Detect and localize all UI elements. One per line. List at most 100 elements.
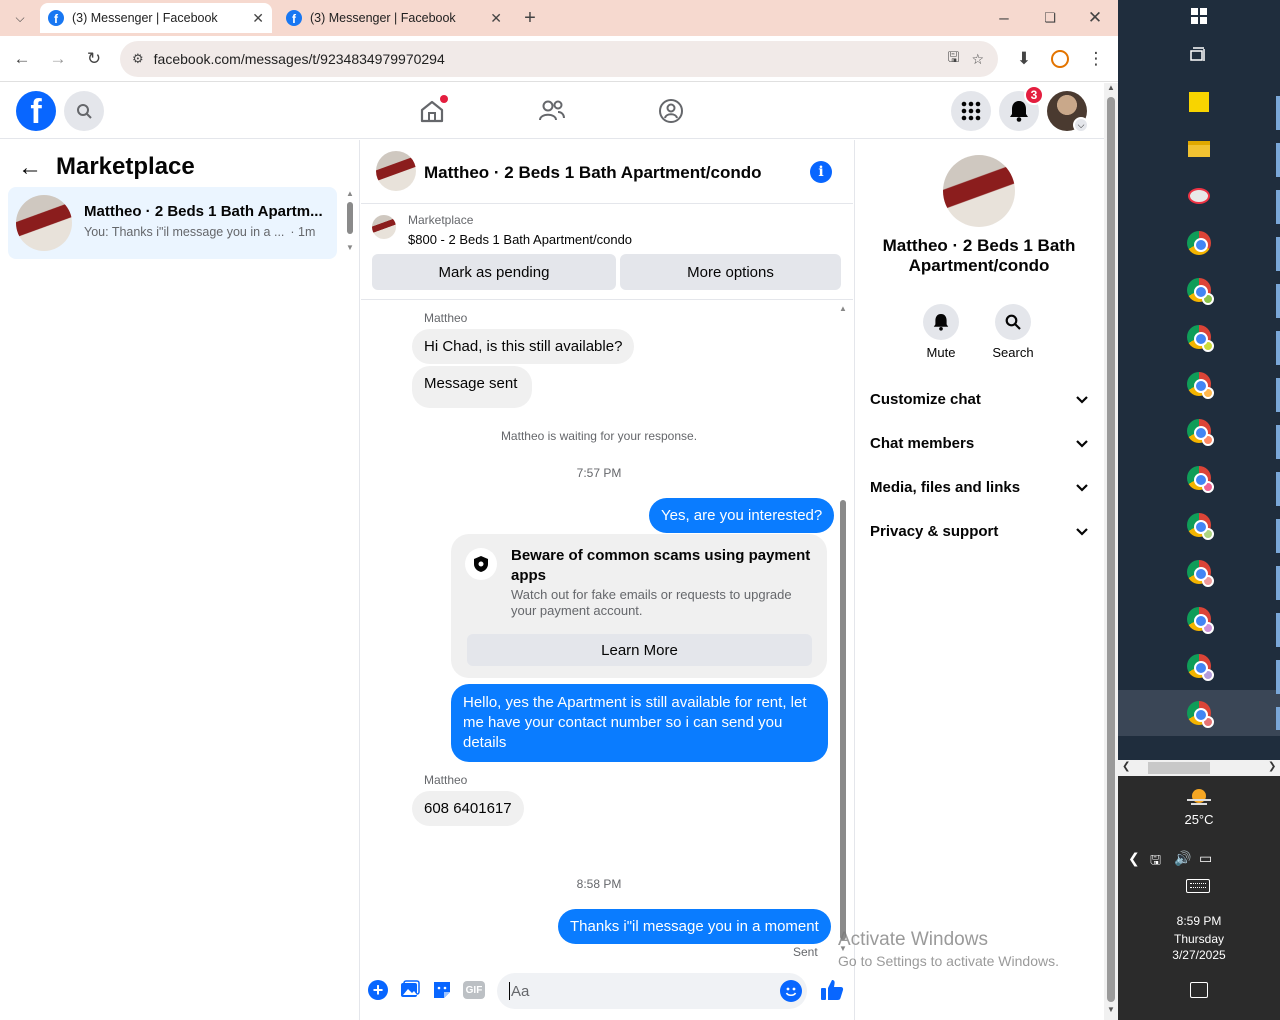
message-status: Sent (793, 945, 818, 959)
close-window-icon[interactable]: ✕ (1081, 4, 1109, 32)
more-actions-plus-icon[interactable]: + (368, 980, 388, 1000)
back-arrow-icon[interactable]: ← (18, 154, 42, 182)
timestamp: 7:57 PM (576, 466, 622, 480)
show-hidden-icons-chevron-icon[interactable]: ❮ (1128, 850, 1140, 867)
paint-icon[interactable] (1185, 182, 1213, 210)
accordion-privacy-support[interactable]: Privacy & support (870, 523, 1088, 540)
conversation-info-icon[interactable]: i (810, 161, 832, 183)
weather-temperature[interactable]: 25°C (1118, 812, 1280, 827)
battery-icon[interactable]: ▭ (1199, 850, 1212, 867)
attach-photo-icon[interactable] (400, 980, 420, 1003)
chrome-profile-icon[interactable] (1185, 558, 1214, 587)
install-app-icon[interactable]: 🖫 (948, 47, 960, 71)
chrome-profile-icon[interactable] (1185, 276, 1214, 305)
message-bubble-incoming[interactable]: Message sent (412, 366, 532, 408)
friends-icon[interactable] (536, 95, 568, 127)
message-bubble-outgoing[interactable]: Hello, yes the Apartment is still availa… (451, 684, 828, 762)
windows-start-icon[interactable] (1185, 2, 1213, 30)
chat-scrollbar[interactable]: ▲ ▼ (838, 305, 848, 955)
bookmark-star-icon[interactable]: ☆ (971, 51, 984, 68)
listing-category: Marketplace (408, 213, 474, 227)
minimize-icon[interactable]: – (990, 4, 1018, 32)
taskbar-scrollbar[interactable]: ❮ ❯ (1118, 760, 1280, 776)
listing-detail[interactable]: $800 - 2 Beds 1 Bath Apartment/condo (408, 232, 632, 247)
gif-icon[interactable]: GIF (463, 981, 485, 999)
sidebar-scrollbar[interactable]: ▲ ▼ (346, 190, 354, 256)
like-thumbs-up-icon[interactable] (820, 978, 844, 1005)
search-label[interactable]: Search (983, 345, 1043, 360)
listing-thumbnail[interactable] (372, 215, 396, 239)
clock-time[interactable]: 8:59 PM (1118, 914, 1280, 928)
downloads-icon[interactable]: ⬇ (1010, 45, 1038, 73)
more-options-button[interactable]: More options (620, 254, 841, 290)
conversation-name: Mattheo · 2 Beds 1 Bath Apartm... (84, 203, 323, 220)
chrome-profile-icon[interactable] (1185, 605, 1214, 634)
account-chevron-down-icon[interactable]: ⌵ (1073, 117, 1089, 133)
reload-icon[interactable]: ↻ (80, 45, 108, 73)
tab-messenger-active[interactable]: f (3) Messenger | Facebook ✕ (40, 3, 272, 33)
new-tab-icon[interactable]: + (516, 4, 544, 32)
facebook-logo-icon[interactable]: f (16, 91, 56, 131)
learn-more-button[interactable]: Learn More (467, 634, 812, 666)
keyboard-icon[interactable] (1186, 879, 1210, 893)
file-explorer-icon[interactable] (1185, 135, 1213, 163)
conversation-pane: Mattheo · 2 Beds 1 Bath Apartment/condo … (361, 140, 853, 1020)
sidebar-title: Marketplace (56, 153, 195, 180)
site-info-icon[interactable]: ⚙ (132, 51, 144, 67)
chrome-profile-icon[interactable] (1185, 370, 1214, 399)
home-icon[interactable] (416, 95, 448, 127)
weather-icon[interactable] (1185, 786, 1213, 808)
message-bubble-outgoing[interactable]: Yes, are you interested? (649, 498, 835, 533)
profile-icon[interactable] (1046, 45, 1074, 73)
forward-icon[interactable]: → (44, 45, 72, 73)
search-icon[interactable] (64, 91, 104, 131)
conversation-time: · 1m (290, 225, 316, 239)
mute-bell-icon[interactable] (923, 304, 959, 340)
tab-search-chevron-icon[interactable]: ⌵ (6, 4, 34, 32)
message-input[interactable]: Aa (497, 973, 807, 1009)
chrome-profile-icon[interactable] (1185, 652, 1214, 681)
chat-header-avatar[interactable] (376, 151, 416, 191)
conversation-item[interactable]: Mattheo · 2 Beds 1 Bath Apartm... You: T… (8, 187, 337, 259)
accordion-customize-chat[interactable]: Customize chat (870, 391, 1088, 408)
activate-windows-subtitle: Go to Settings to activate Windows. (838, 953, 1059, 969)
message-bubble-outgoing[interactable]: Thanks i"il message you in a moment (558, 909, 831, 944)
page-scrollbar[interactable]: ▲ ▼ (1104, 83, 1118, 1020)
groups-icon[interactable] (655, 95, 687, 127)
chrome-icon[interactable] (1185, 229, 1213, 257)
restore-icon[interactable]: ❏ (1036, 4, 1064, 32)
chrome-profile-icon[interactable] (1185, 464, 1214, 493)
sticker-icon[interactable] (432, 980, 452, 1003)
close-tab-icon[interactable]: ✕ (252, 10, 264, 27)
menu-kebab-icon[interactable]: ⋮ (1082, 45, 1110, 73)
shield-icon (465, 548, 497, 580)
chrome-profile-icon[interactable] (1185, 323, 1214, 352)
chrome-profile-icon[interactable] (1185, 511, 1214, 540)
chat-title[interactable]: Mattheo · 2 Beds 1 Bath Apartment/condo (424, 163, 762, 183)
mute-label[interactable]: Mute (911, 345, 971, 360)
task-view-icon[interactable] (1185, 41, 1213, 69)
back-icon[interactable]: ← (8, 45, 36, 73)
clock-date[interactable]: 3/27/2025 (1118, 948, 1280, 962)
chrome-profile-icon[interactable] (1185, 699, 1214, 728)
clock-day[interactable]: Thursday (1118, 932, 1280, 946)
info-avatar[interactable] (943, 155, 1015, 227)
message-bubble-incoming[interactable]: 608 6401617 (412, 791, 524, 826)
sticky-notes-icon[interactable] (1185, 88, 1213, 116)
tab-title: (3) Messenger | Facebook (72, 11, 218, 25)
menu-grid-icon[interactable] (951, 91, 991, 131)
close-tab-icon[interactable]: ✕ (490, 10, 502, 27)
divider (361, 299, 853, 300)
address-bar[interactable]: ⚙ facebook.com/messages/t/92348349799702… (120, 41, 998, 77)
mark-as-pending-button[interactable]: Mark as pending (372, 254, 616, 290)
emoji-icon[interactable] (780, 980, 802, 1002)
tab-messenger[interactable]: f (3) Messenger | Facebook ✕ (278, 3, 510, 33)
notification-center-icon[interactable] (1190, 982, 1208, 998)
network-icon[interactable]: 🖫 (1150, 851, 1161, 873)
accordion-chat-members[interactable]: Chat members (870, 435, 1088, 452)
chrome-profile-icon[interactable] (1185, 417, 1214, 446)
accordion-media-files-links[interactable]: Media, files and links (870, 479, 1088, 496)
search-in-conversation-icon[interactable] (995, 304, 1031, 340)
volume-icon[interactable]: 🔊 (1174, 850, 1191, 867)
message-bubble-incoming[interactable]: Hi Chad, is this still available? (412, 329, 635, 364)
